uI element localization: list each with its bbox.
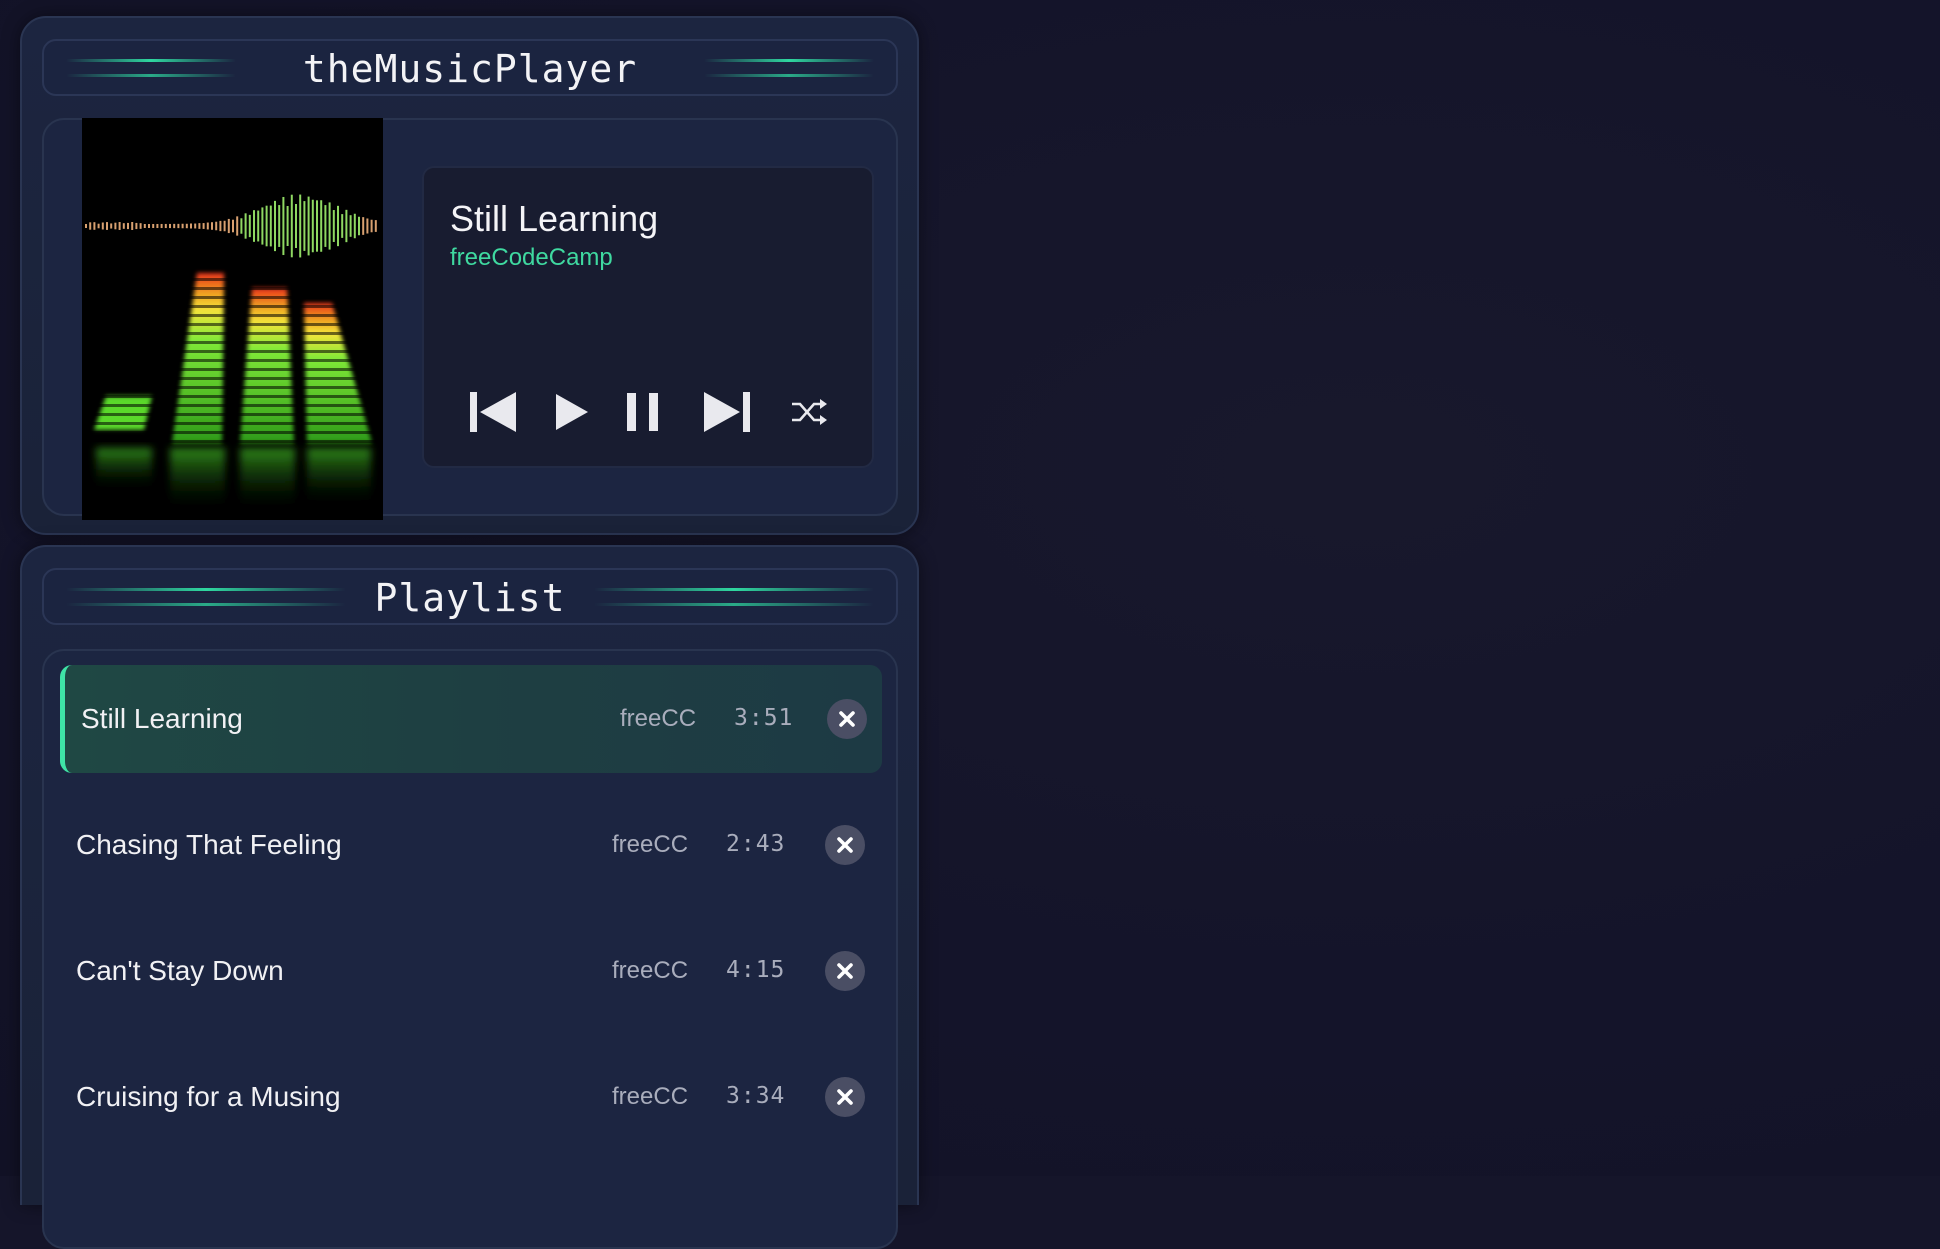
now-playing-title: Still Learning [450, 198, 659, 239]
album-art [82, 118, 383, 520]
player-titlebar: theMusicPlayer [42, 39, 898, 96]
delete-button[interactable] [825, 951, 865, 991]
playlist-item[interactable]: Still Learning freeCC 3:51 [60, 665, 882, 773]
delete-button[interactable] [827, 699, 867, 739]
playlist-item-artist: freeCC [612, 1083, 689, 1110]
playlist-item-duration: 3:51 [734, 705, 794, 731]
playlist-list: Still Learning freeCC 3:51 Chasing That … [42, 649, 898, 1249]
next-button[interactable] [700, 390, 752, 439]
player-panel: theMusicPlayer Still Learning freeCodeCa… [20, 16, 919, 535]
delete-button[interactable] [825, 825, 865, 865]
close-icon [837, 1089, 853, 1105]
playlist-item-title: Cruising for a Musing [76, 1081, 341, 1112]
playlist-decoration-right [594, 588, 874, 608]
playlist-item-artist: freeCC [612, 831, 689, 858]
playlist-item-duration: 2:43 [726, 831, 786, 857]
delete-button[interactable] [825, 1077, 865, 1117]
track-info-box: Still Learning freeCodeCamp [422, 166, 874, 468]
pause-button[interactable] [624, 390, 664, 439]
playlist-item-title: Still Learning [81, 703, 243, 734]
close-icon [839, 711, 855, 727]
play-button[interactable] [552, 390, 592, 439]
previous-icon [470, 392, 516, 432]
playlist-item-title: Chasing That Feeling [76, 829, 342, 860]
playlist-item-duration: 3:34 [726, 1083, 786, 1109]
playlist-item[interactable]: Can't Stay Down freeCC 4:15 [60, 917, 882, 1025]
playlist-item-duration: 4:15 [726, 957, 786, 983]
playlist-item[interactable]: Chasing That Feeling freeCC 2:43 [60, 791, 882, 899]
playlist-item-title: Can't Stay Down [76, 955, 284, 986]
close-icon [837, 963, 853, 979]
pause-icon [627, 393, 658, 431]
playlist-item[interactable]: Cruising for a Musing freeCC 3:34 [60, 1043, 882, 1151]
previous-button[interactable] [468, 390, 520, 439]
shuffle-icon [792, 399, 827, 425]
close-icon [837, 837, 853, 853]
now-playing-artist: freeCodeCamp [450, 244, 613, 271]
play-icon [556, 394, 588, 430]
next-icon [704, 392, 750, 432]
playlist-titlebar: Playlist [42, 568, 898, 625]
title-decoration-right [704, 59, 874, 79]
equalizer-artwork [82, 194, 383, 508]
shuffle-button[interactable] [790, 396, 828, 433]
playlist-item-artist: freeCC [620, 705, 697, 732]
playlist-item-artist: freeCC [612, 957, 689, 984]
playlist-panel: Playlist Still Learning freeCC 3:51 Chas… [20, 545, 919, 1249]
